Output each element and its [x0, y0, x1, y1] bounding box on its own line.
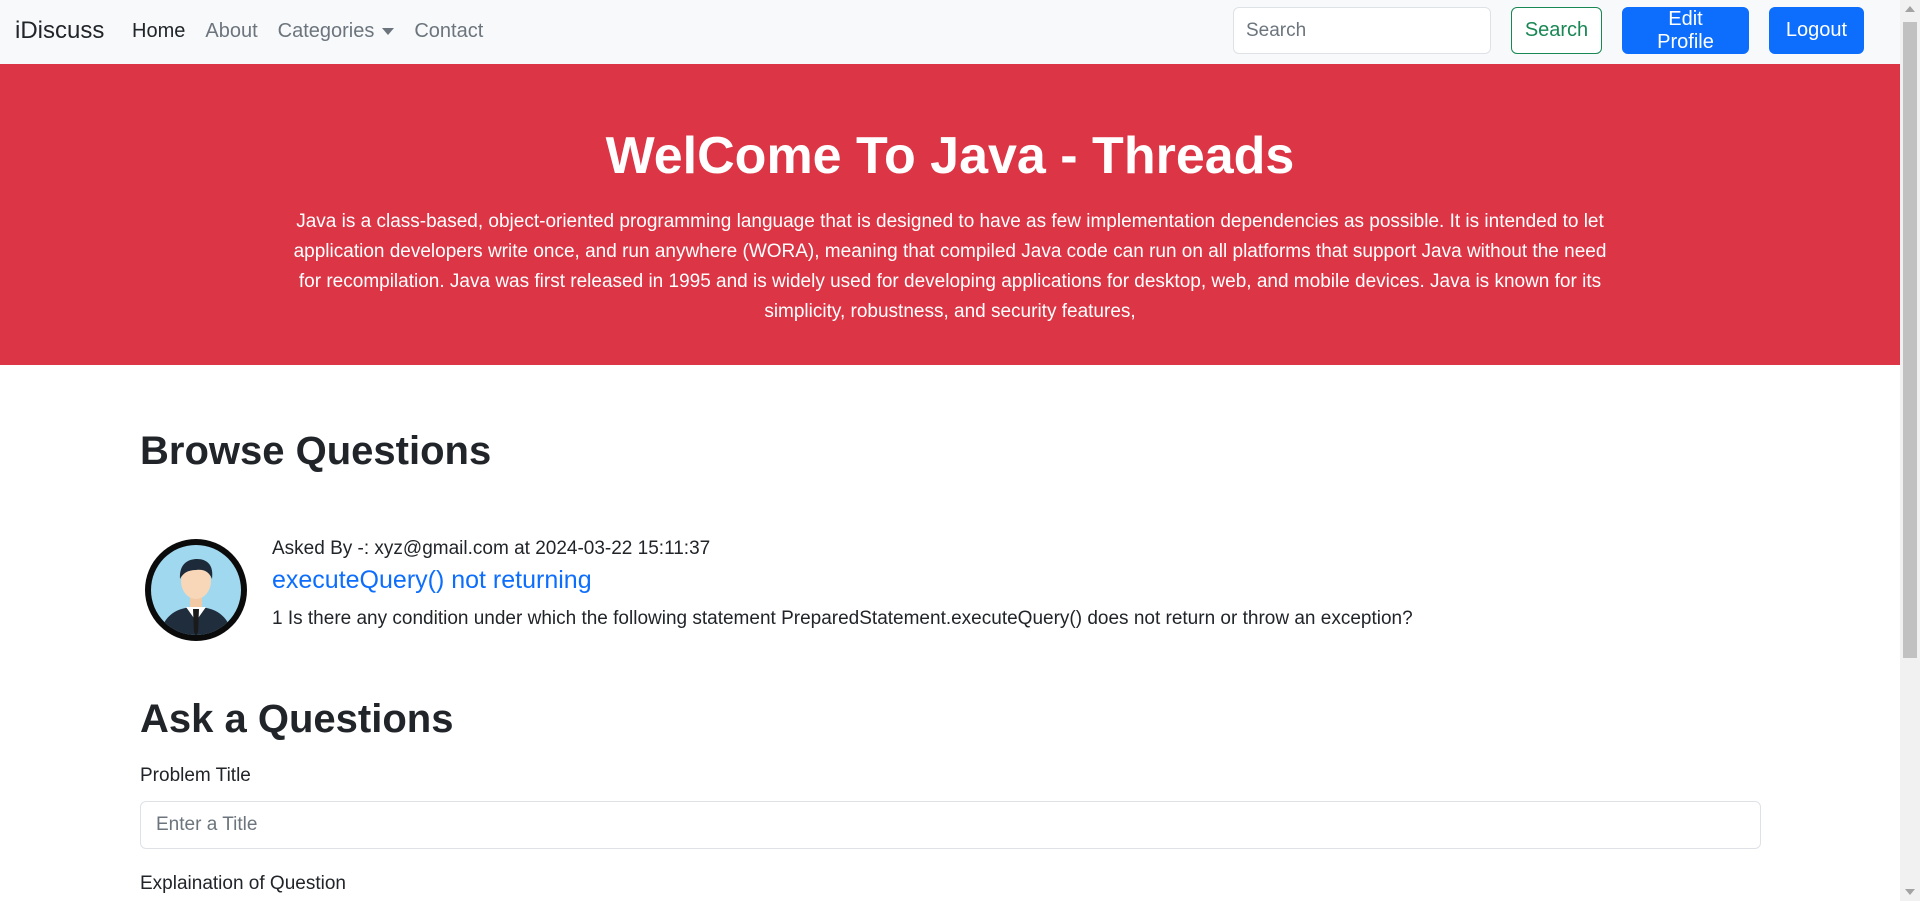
- ask-question-heading: Ask a Questions: [140, 697, 454, 741]
- nav-link-categories[interactable]: Categories: [278, 18, 395, 44]
- scroll-thumb[interactable]: [1903, 22, 1917, 658]
- caret-down-icon: [382, 27, 395, 35]
- nav-link-about[interactable]: About: [205, 18, 257, 44]
- question-meta: Asked By -: xyz@gmail.com at 2024-03-22 …: [272, 538, 711, 559]
- hero-banner: WelCome To Java - Threads Java is a clas…: [0, 64, 1900, 365]
- explanation-label: Explaination of Question: [140, 873, 346, 894]
- search-input[interactable]: [1233, 7, 1491, 54]
- search-button[interactable]: Search: [1511, 7, 1602, 54]
- edit-profile-button[interactable]: Edit Profile: [1622, 7, 1749, 54]
- question-description: 1 Is there any condition under which the…: [272, 608, 1413, 629]
- nav-link-home[interactable]: Home: [132, 18, 185, 44]
- problem-title-label: Problem Title: [140, 765, 251, 786]
- search-form: [1233, 7, 1491, 54]
- nav-link-categories-label: Categories: [277, 20, 375, 42]
- user-avatar-icon: [145, 539, 247, 641]
- browse-questions-heading: Browse Questions: [140, 429, 492, 473]
- question-title-link[interactable]: executeQuery() not returning: [272, 563, 592, 597]
- page-scrollbar[interactable]: [1900, 0, 1920, 901]
- scroll-up-arrow-icon[interactable]: [1905, 6, 1915, 12]
- logout-button[interactable]: Logout: [1769, 7, 1864, 54]
- hero-title: WelCome To Java - Threads: [605, 127, 1295, 185]
- problem-title-input[interactable]: [140, 801, 1761, 849]
- nav-link-contact[interactable]: Contact: [414, 18, 483, 44]
- hero-description: Java is a class-based, object-oriented p…: [293, 211, 1607, 322]
- question-item: Asked By -: xyz@gmail.com at 2024-03-22 …: [140, 535, 1760, 645]
- navbar: iDiscuss Home About Categories Contact S…: [0, 0, 1900, 64]
- scroll-down-arrow-icon[interactable]: [1905, 889, 1915, 895]
- brand-logo[interactable]: iDiscuss: [15, 15, 104, 47]
- nav-links: Home About Categories Contact: [132, 18, 503, 44]
